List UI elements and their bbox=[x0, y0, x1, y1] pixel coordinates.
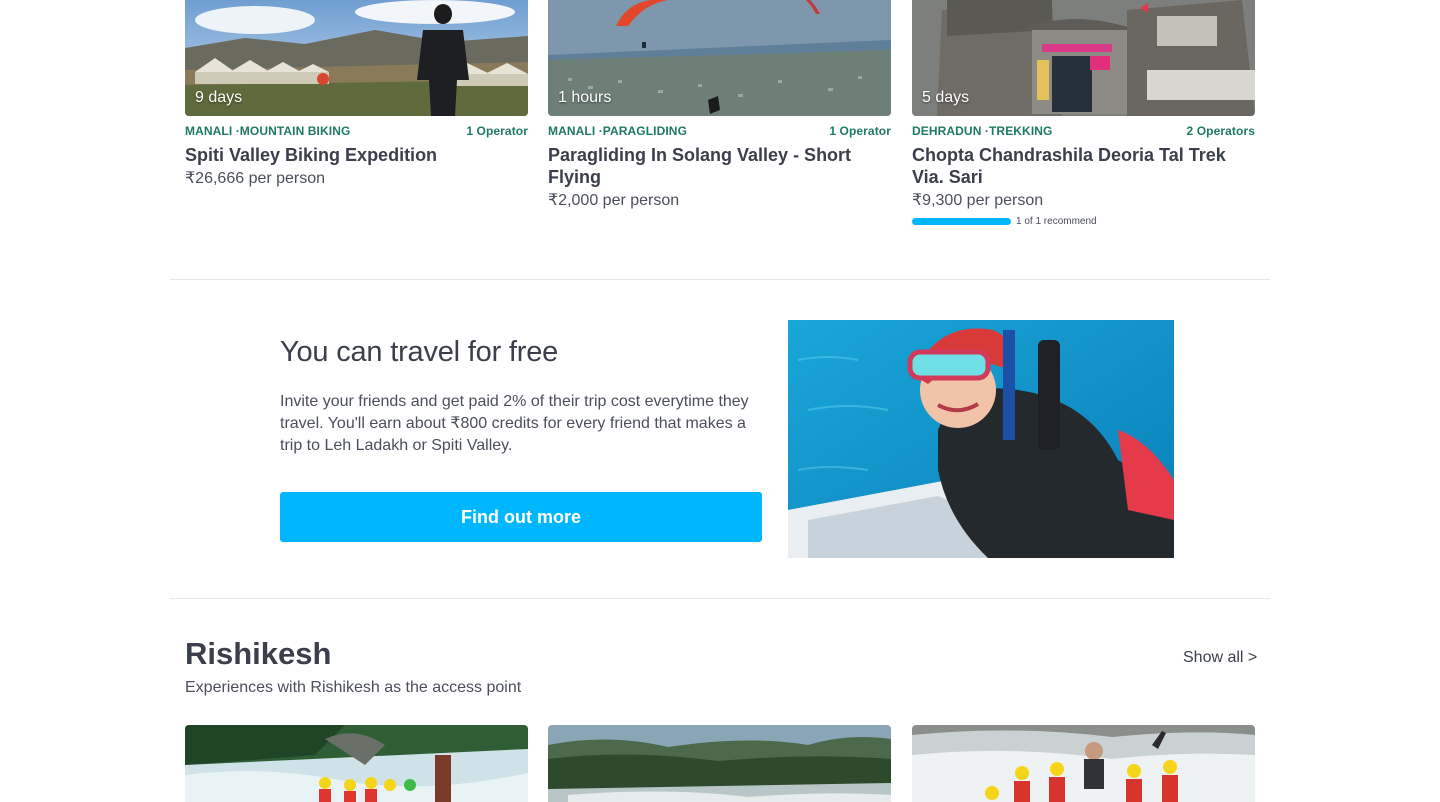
promo-body: Invite your friends and get paid 2% of t… bbox=[280, 393, 749, 454]
whitewater-rafting-icon bbox=[912, 725, 1255, 802]
card-image[interactable]: 5 days bbox=[912, 0, 1255, 116]
experience-card-image[interactable] bbox=[185, 725, 528, 802]
scuba-diver-icon bbox=[788, 320, 1174, 558]
experience-card-image[interactable] bbox=[548, 725, 891, 802]
operator-count: 2 Operators bbox=[1186, 124, 1255, 138]
card-price: ₹9,300 per person bbox=[912, 192, 1044, 209]
card-category: MANALI ·PARAGLIDING bbox=[548, 124, 687, 138]
card-price: ₹26,666 per person bbox=[185, 170, 326, 187]
show-all-link[interactable]: Show all > bbox=[1183, 649, 1257, 667]
river-rafting-icon bbox=[185, 725, 528, 802]
operator-count: 1 Operator bbox=[466, 124, 528, 138]
section-divider bbox=[170, 279, 1270, 280]
promo-image bbox=[788, 320, 1174, 558]
promo-text-block: You can travel for free Invite your frie… bbox=[280, 336, 750, 457]
card-meta: DEHRADUN ·TREKKING 2 Operators bbox=[912, 124, 1255, 138]
duration-label: 9 days bbox=[195, 89, 243, 106]
operator-count: 1 Operator bbox=[829, 124, 891, 138]
card-title[interactable]: Spiti Valley Biking Expedition bbox=[185, 144, 528, 166]
card-meta: MANALI ·PARAGLIDING 1 Operator bbox=[548, 124, 891, 138]
experience-card-image[interactable] bbox=[912, 725, 1255, 802]
section-divider bbox=[170, 598, 1270, 599]
card-category: MANALI ·MOUNTAIN BIKING bbox=[185, 124, 351, 138]
duration-label: 1 hours bbox=[558, 89, 612, 106]
recommend-bar bbox=[912, 218, 1011, 225]
card-meta: MANALI ·MOUNTAIN BIKING 1 Operator bbox=[185, 124, 528, 138]
recommend-label: 1 of 1 recommend bbox=[1016, 216, 1097, 227]
find-out-more-button[interactable]: Find out more bbox=[280, 492, 762, 542]
card-image[interactable]: 9 days bbox=[185, 0, 528, 116]
duration-label: 5 days bbox=[922, 89, 970, 106]
card-title[interactable]: Chopta Chandrashila Deoria Tal Trek Via.… bbox=[912, 144, 1255, 188]
rishikesh-cards-row bbox=[185, 725, 1255, 802]
forest-river-icon bbox=[548, 725, 891, 802]
experience-card[interactable]: 9 days MANALI ·MOUNTAIN BIKING 1 Operato… bbox=[185, 0, 528, 188]
experience-card[interactable]: 1 hours MANALI ·PARAGLIDING 1 Operator P… bbox=[548, 0, 891, 210]
card-category: DEHRADUN ·TREKKING bbox=[912, 124, 1053, 138]
card-price: ₹2,000 per person bbox=[548, 192, 680, 209]
card-image[interactable]: 1 hours bbox=[548, 0, 891, 116]
section-title: Rishikesh bbox=[185, 636, 332, 671]
section-subtitle: Experiences with Rishikesh as the access… bbox=[185, 679, 522, 696]
promo-title: You can travel for free bbox=[280, 336, 559, 368]
experience-card[interactable]: 5 days DEHRADUN ·TREKKING 2 Operators Ch… bbox=[912, 0, 1255, 227]
card-title[interactable]: Paragliding In Solang Valley - Short Fly… bbox=[548, 144, 891, 188]
recommend-row: 1 of 1 recommend bbox=[912, 216, 1255, 227]
top-cards-row: 9 days MANALI ·MOUNTAIN BIKING 1 Operato… bbox=[185, 0, 1255, 240]
